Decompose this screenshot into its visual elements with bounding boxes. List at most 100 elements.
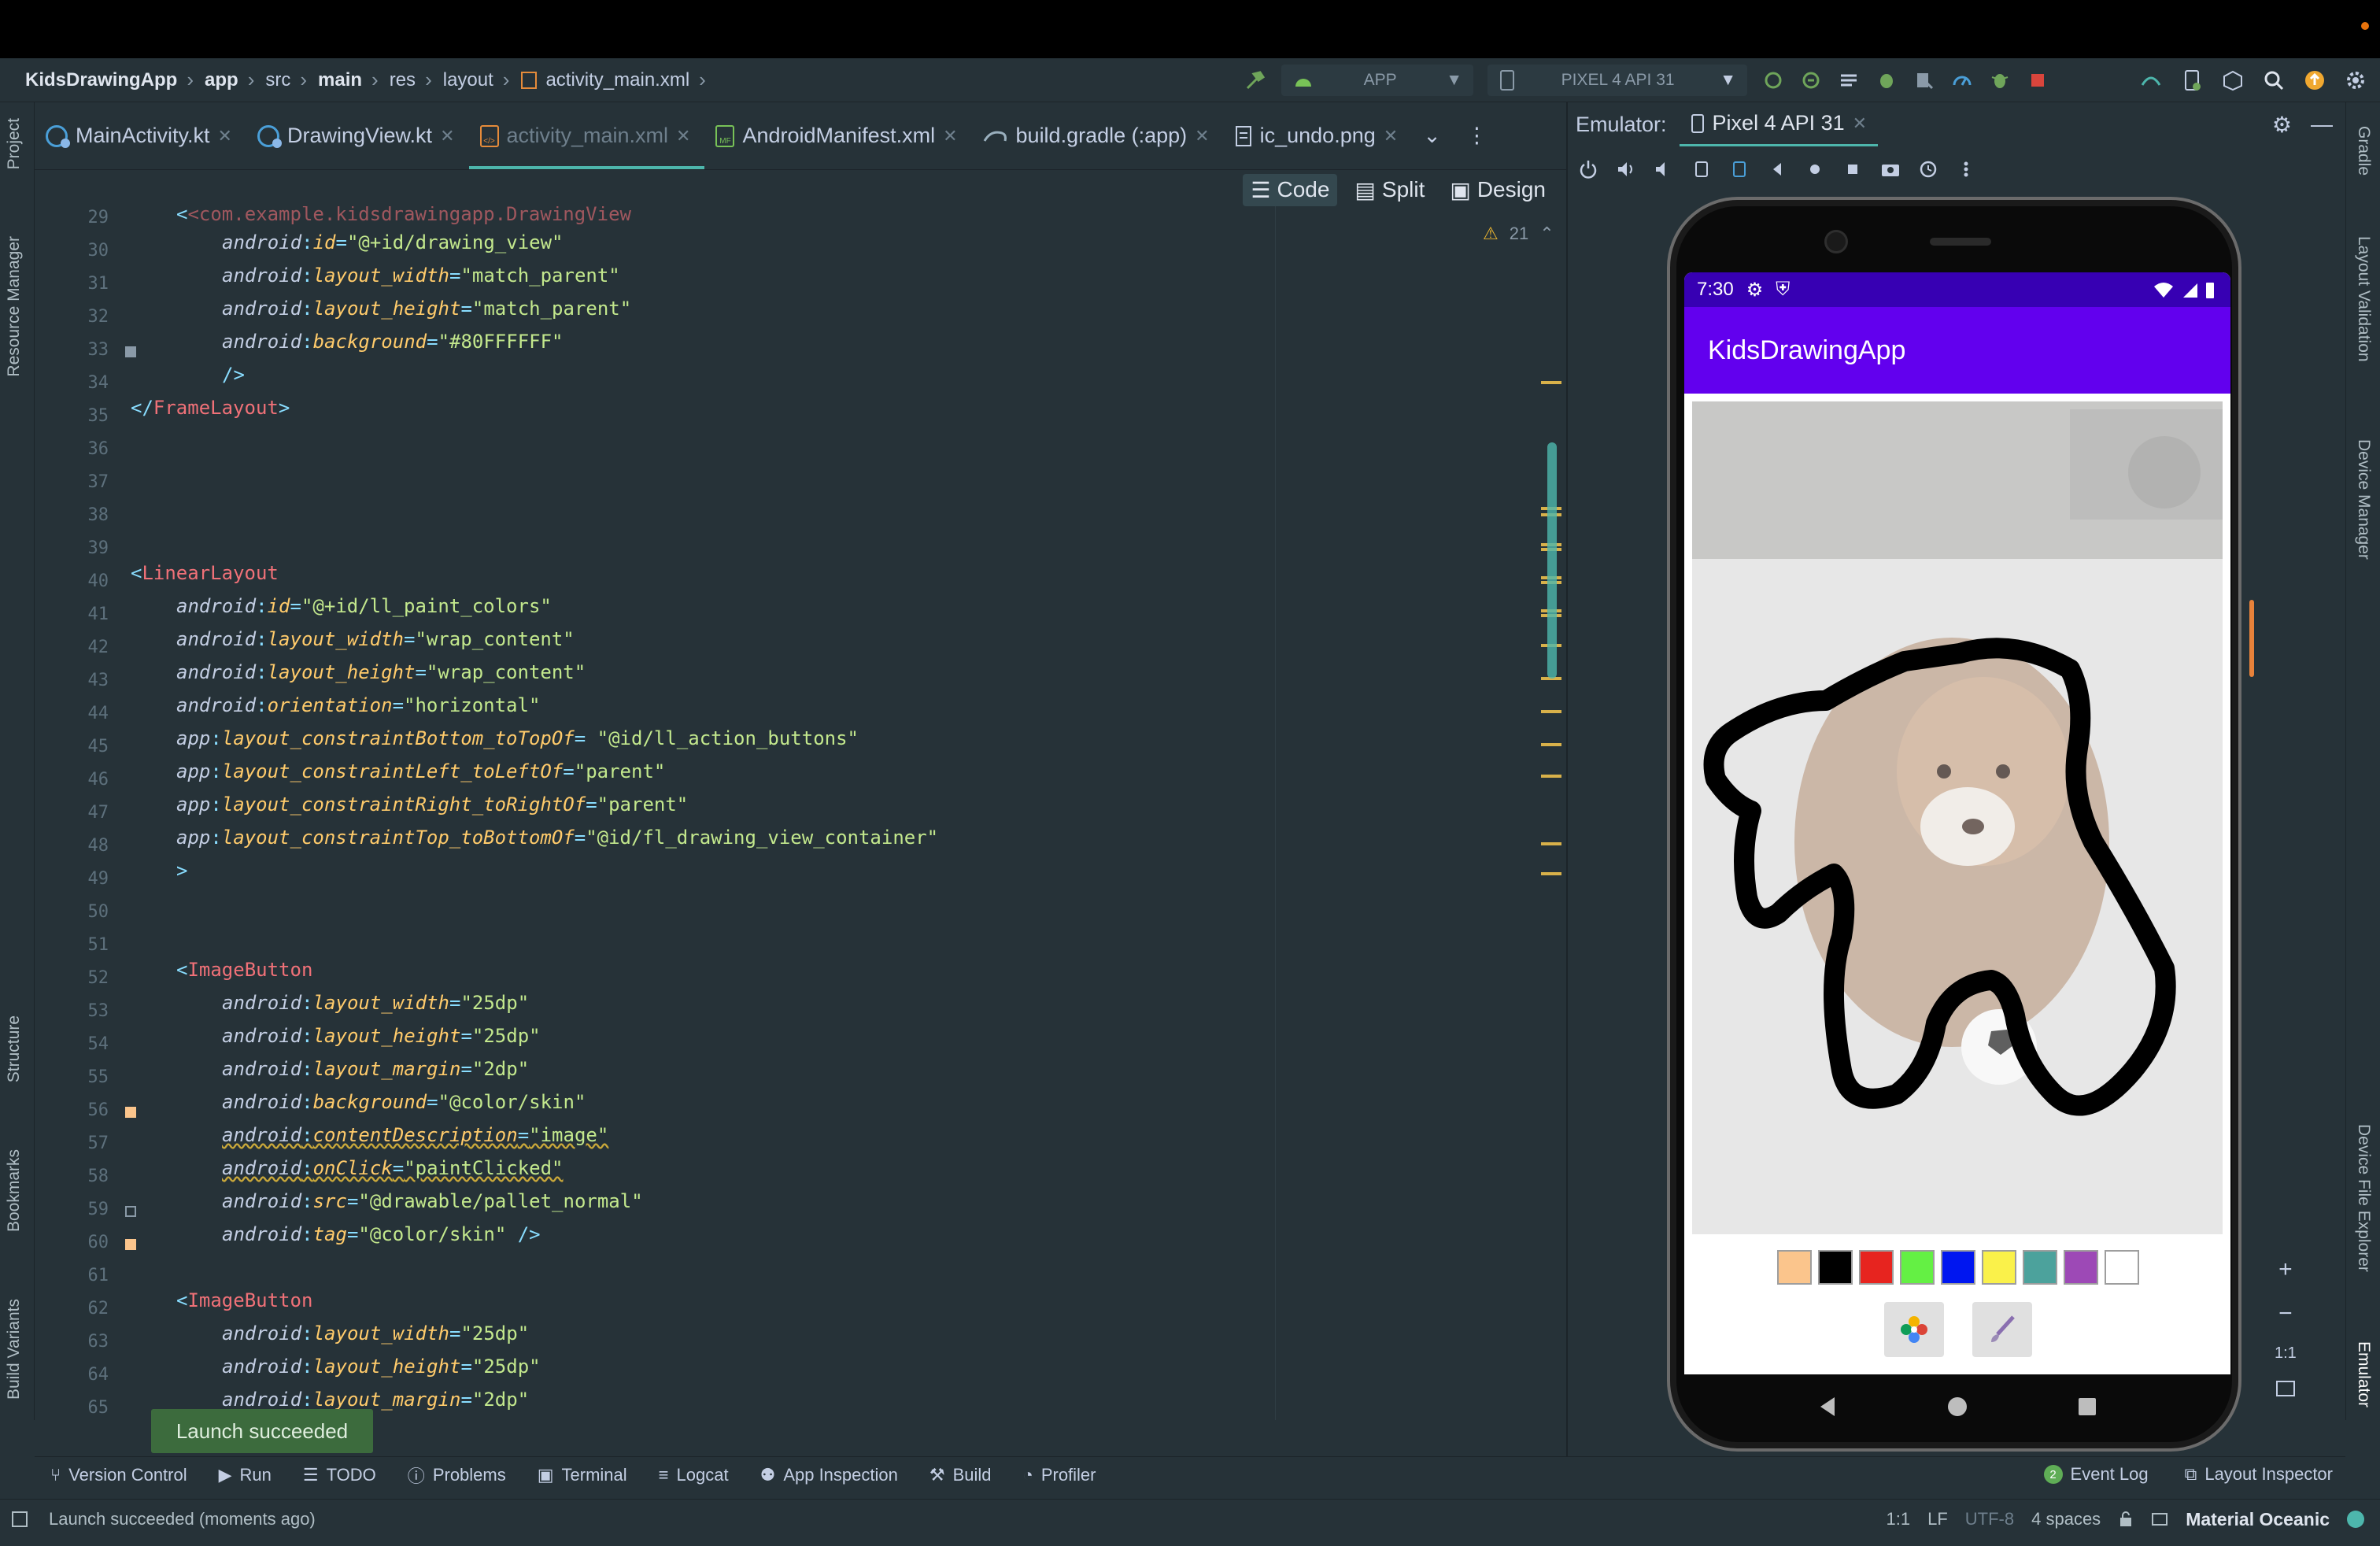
indent-setting[interactable]: 4 spaces — [2031, 1509, 2101, 1529]
minimize-icon[interactable]: — — [2311, 112, 2333, 138]
layout-validation-tool-tab[interactable]: Layout Validation — [2354, 236, 2373, 362]
zoom-in-icon[interactable]: + — [2278, 1256, 2293, 1283]
layout-inspector-tool[interactable]: ⧉ Layout Inspector — [2185, 1464, 2333, 1485]
bug-icon[interactable] — [1988, 68, 2012, 92]
warning-stripe-mark[interactable] — [1541, 842, 1561, 845]
zoom-actual-size-button[interactable]: 1:1 — [2275, 1344, 2297, 1363]
rotate-left-icon[interactable] — [1689, 157, 1714, 182]
close-icon[interactable]: ✕ — [943, 126, 957, 146]
tab-build-gradle[interactable]: build.gradle (:app) ✕ — [972, 102, 1224, 169]
volume-down-icon[interactable] — [1651, 157, 1676, 182]
close-icon[interactable]: ✕ — [1384, 126, 1398, 146]
gradle-tool-tab[interactable]: Gradle — [2354, 126, 2373, 176]
nav-recents-icon[interactable] — [2075, 1395, 2099, 1418]
device-manager-icon[interactable] — [2180, 68, 2204, 92]
breadcrumb-src[interactable]: src — [265, 69, 290, 91]
tab-more-button[interactable]: ⋮ — [1455, 102, 1502, 169]
build-variants-tool-tab[interactable]: Build Variants — [5, 1299, 24, 1400]
close-icon[interactable]: ✕ — [440, 126, 454, 146]
sdk-manager-icon[interactable] — [2221, 68, 2245, 92]
version-control-tool[interactable]: ⑂ Version Control — [50, 1465, 187, 1485]
todo-tool[interactable]: ☰ TODO — [303, 1465, 376, 1485]
overview-icon[interactable] — [1840, 157, 1865, 182]
back-icon[interactable] — [1765, 157, 1790, 182]
run-tool[interactable]: ▶ Run — [219, 1465, 272, 1485]
coverage-icon[interactable] — [1837, 68, 1861, 92]
project-tool-tab[interactable]: Project — [5, 118, 24, 169]
tab-mainactivity[interactable]: MainActivity.kt ✕ — [35, 102, 246, 169]
device-select[interactable]: PIXEL 4 API 31 ▼ — [1488, 65, 1747, 96]
problems-tool[interactable]: ⓘ Problems — [408, 1463, 506, 1488]
brush-size-button[interactable] — [1972, 1302, 2032, 1357]
settings-gear-icon[interactable] — [2344, 68, 2367, 92]
tab-activity-main[interactable]: </> activity_main.xml ✕ — [468, 102, 705, 169]
caret-position[interactable]: 1:1 — [1887, 1509, 1911, 1529]
paint-color-swatch[interactable] — [1900, 1250, 1935, 1285]
paint-color-swatch[interactable] — [2023, 1250, 2057, 1285]
color-preview-empty-icon[interactable] — [125, 1206, 136, 1217]
editor-scrollbar-thumb[interactable] — [1547, 442, 1557, 679]
warning-stripe-mark[interactable] — [1541, 743, 1561, 746]
memory-indicator-icon[interactable] — [2151, 1511, 2168, 1528]
code-editor[interactable]: 29 30 31 32 33 34 35 36 37 38 39 40 41 42 43 44 45 46 47 48… — [35, 206, 1566, 1420]
theme-name[interactable]: Material Oceanic — [2186, 1509, 2330, 1530]
paint-color-swatch[interactable] — [1777, 1250, 1812, 1285]
side-button[interactable] — [2249, 600, 2254, 677]
breadcrumb-res[interactable]: res — [390, 69, 416, 91]
paint-color-swatch[interactable] — [1982, 1250, 2016, 1285]
profile-icon[interactable] — [1950, 68, 1974, 92]
tab-drawingview[interactable]: DrawingView.kt ✕ — [246, 102, 469, 169]
resource-manager-tool-tab[interactable]: Resource Manager — [5, 236, 24, 377]
tab-emulator-device[interactable]: Pixel 4 API 31 ✕ — [1679, 102, 1879, 146]
tab-overflow-button[interactable]: ⌄ — [1412, 102, 1455, 169]
split-mode-button[interactable]: ▤ Split — [1347, 174, 1432, 206]
breadcrumb-layout[interactable]: layout — [443, 69, 493, 91]
tab-ic-undo[interactable]: ic_undo.png ✕ — [1224, 102, 1413, 169]
terminal-tool[interactable]: ▣ Terminal — [538, 1465, 627, 1485]
color-preview-icon[interactable] — [125, 346, 136, 357]
paint-color-swatch[interactable] — [1941, 1250, 1975, 1285]
warning-stripe-mark[interactable] — [1541, 381, 1561, 384]
device-manager-tool-tab[interactable]: Device Manager — [2354, 439, 2373, 560]
apply-changes-restart-icon[interactable] — [1761, 68, 1785, 92]
profiler-tool[interactable]: ◔ Profiler — [1023, 1465, 1096, 1485]
nav-home-icon[interactable] — [1946, 1395, 1969, 1418]
paint-color-swatch[interactable] — [2064, 1250, 2098, 1285]
breadcrumb-main[interactable]: main — [318, 69, 362, 91]
design-mode-button[interactable]: ▣ Design — [1442, 174, 1554, 206]
error-stripe[interactable] — [1539, 206, 1563, 1420]
rotate-right-icon[interactable] — [1727, 157, 1752, 182]
gallery-button[interactable] — [1884, 1302, 1944, 1357]
hammer-icon[interactable] — [1244, 68, 1267, 92]
breadcrumb-file[interactable]: activity_main.xml — [545, 69, 689, 91]
color-preview-icon[interactable] — [125, 1239, 136, 1250]
paint-color-swatch[interactable] — [1859, 1250, 1894, 1285]
gear-icon[interactable]: ⚙ — [2272, 112, 2292, 138]
update-icon[interactable] — [2303, 68, 2326, 92]
stop-icon[interactable] — [2026, 68, 2049, 92]
color-preview-icon[interactable] — [125, 1107, 136, 1118]
bookmarks-tool-tab[interactable]: Bookmarks — [5, 1149, 24, 1232]
snapshot-icon[interactable] — [1916, 157, 1941, 182]
lock-icon[interactable] — [2118, 1511, 2134, 1528]
warning-stripe-mark[interactable] — [1541, 775, 1561, 778]
code-mode-button[interactable]: ☰ Code — [1243, 173, 1338, 206]
screenshot-icon[interactable] — [1878, 157, 1903, 182]
tab-androidmanifest[interactable]: MF AndroidManifest.xml ✕ — [704, 102, 971, 169]
home-icon[interactable] — [1802, 157, 1828, 182]
breadcrumb-project[interactable]: KidsDrawingApp — [25, 69, 177, 91]
line-separator[interactable]: LF — [1927, 1509, 1948, 1529]
volume-up-icon[interactable] — [1613, 157, 1639, 182]
event-log-tool[interactable]: 2 Event Log — [2043, 1464, 2149, 1485]
warning-stripe-mark[interactable] — [1541, 710, 1561, 713]
file-encoding[interactable]: UTF-8 — [1965, 1509, 2014, 1529]
run-config-select[interactable]: APP ▼ — [1281, 65, 1473, 96]
warning-stripe-mark[interactable] — [1541, 872, 1561, 875]
close-icon[interactable]: ✕ — [1853, 113, 1867, 134]
build-tool[interactable]: ⚒ Build — [929, 1465, 992, 1485]
search-icon[interactable] — [2262, 68, 2286, 92]
structure-tool-tab[interactable]: Structure — [5, 1015, 24, 1082]
power-icon[interactable] — [1576, 157, 1601, 182]
close-icon[interactable]: ✕ — [676, 126, 690, 146]
debug-icon[interactable] — [1875, 68, 1898, 92]
